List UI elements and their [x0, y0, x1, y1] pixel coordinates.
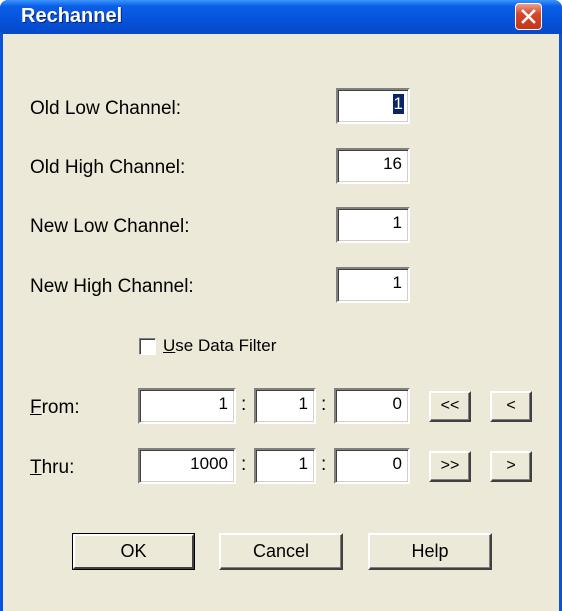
from-field-1[interactable]: 1	[138, 388, 236, 424]
cancel-button[interactable]: Cancel	[219, 533, 343, 570]
thru-forward-button[interactable]: >	[490, 451, 532, 482]
from-label: From:	[30, 397, 80, 418]
thru-value-2: 1	[298, 454, 308, 473]
help-button[interactable]: Help	[368, 533, 492, 570]
old-high-channel-label: Old High Channel:	[30, 157, 186, 178]
thru-fast-forward-button[interactable]: >>	[429, 451, 471, 482]
thru-separator-2: :	[321, 454, 327, 475]
ok-button[interactable]: OK	[72, 533, 195, 570]
thru-label: Thru:	[30, 457, 75, 478]
use-data-filter-label[interactable]: Use Data Filter	[163, 336, 276, 356]
thru-field-2[interactable]: 1	[254, 448, 316, 484]
new-high-channel-label: New High Channel:	[30, 276, 194, 297]
from-rewind-button[interactable]: <<	[429, 391, 471, 422]
use-data-filter-checkbox[interactable]	[139, 338, 156, 355]
from-value-2: 1	[298, 394, 308, 413]
from-separator-2: :	[321, 394, 327, 415]
thru-field-3[interactable]: 0	[334, 448, 410, 484]
title-bar[interactable]: Rechannel	[0, 0, 562, 34]
old-low-channel-field[interactable]: 1	[336, 88, 410, 124]
close-button[interactable]	[515, 3, 542, 30]
dialog-body: Old Low Channel: 1 Old High Channel: 16 …	[3, 34, 559, 611]
old-high-channel-field[interactable]: 16	[336, 148, 410, 184]
from-back-button[interactable]: <	[490, 391, 532, 422]
close-icon	[521, 9, 536, 24]
thru-value-3: 0	[392, 454, 402, 473]
old-low-channel-label: Old Low Channel:	[30, 98, 182, 119]
new-low-channel-label: New Low Channel:	[30, 216, 190, 237]
from-separator-1: :	[241, 394, 247, 415]
ok-button-label: OK	[120, 541, 147, 561]
new-low-channel-value: 1	[392, 213, 402, 232]
rechannel-dialog: Rechannel Old Low Channel: 1 Old High Ch…	[0, 0, 562, 611]
thru-field-1[interactable]: 1000	[138, 448, 236, 484]
from-field-2[interactable]: 1	[254, 388, 316, 424]
from-value-1: 1	[218, 394, 228, 413]
old-high-channel-value: 16	[383, 154, 402, 173]
old-low-channel-value: 1	[392, 94, 404, 114]
window-title: Rechannel	[21, 5, 123, 27]
thru-value-1: 1000	[190, 454, 228, 473]
new-high-channel-field[interactable]: 1	[336, 267, 410, 303]
new-low-channel-field[interactable]: 1	[336, 207, 410, 243]
new-high-channel-value: 1	[392, 273, 402, 292]
from-value-3: 0	[392, 394, 402, 413]
from-field-3[interactable]: 0	[334, 388, 410, 424]
thru-separator-1: :	[241, 454, 247, 475]
